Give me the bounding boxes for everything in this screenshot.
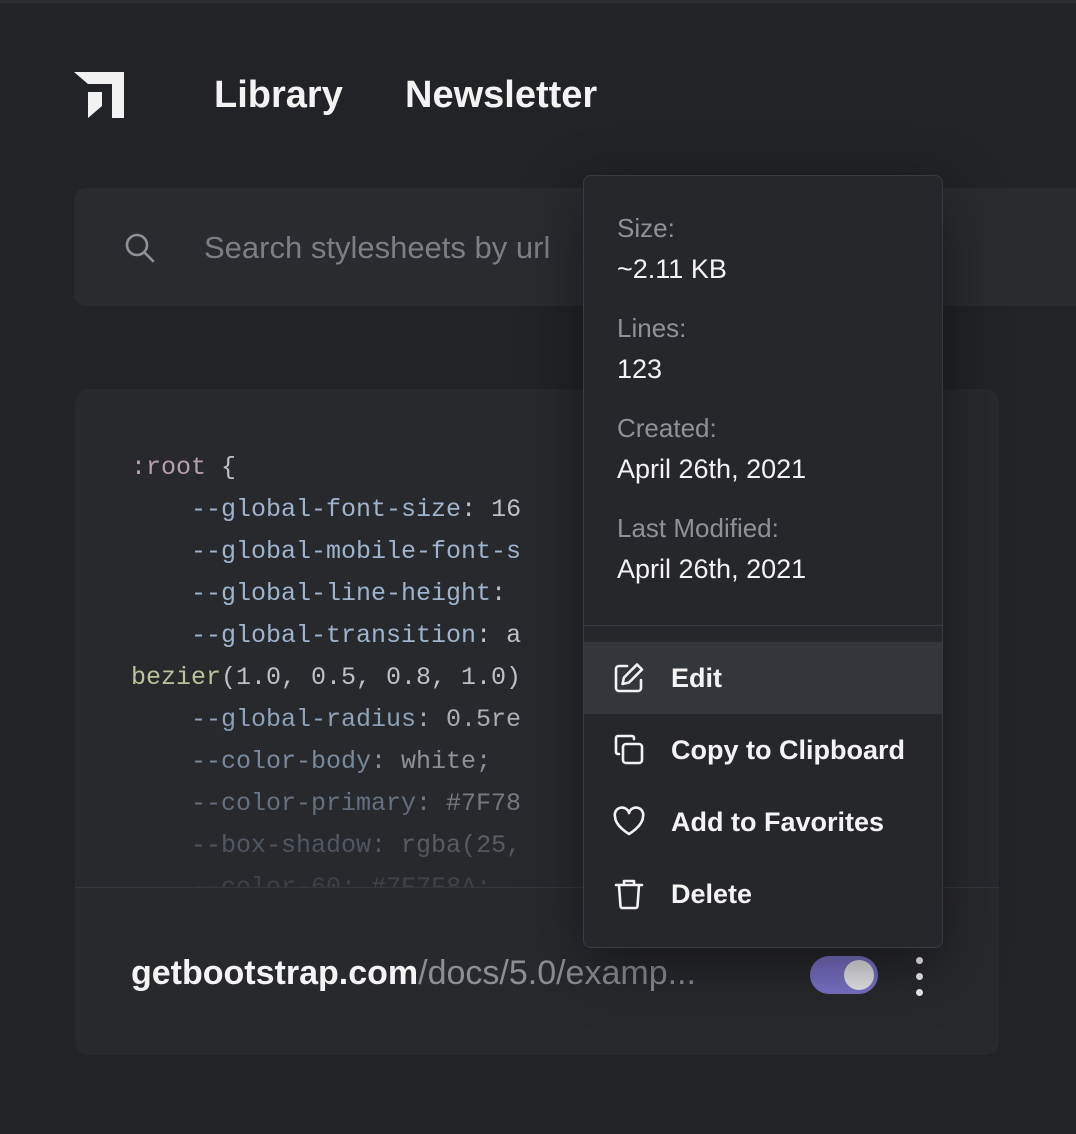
stylesheet-url[interactable]: getbootstrap.com/docs/5.0/examp... <box>131 951 696 995</box>
modified-value: April 26th, 2021 <box>617 554 807 584</box>
menu-favorite[interactable]: Add to Favorites <box>584 786 942 858</box>
dot <box>916 989 923 996</box>
nav-library[interactable]: Library <box>214 72 343 118</box>
code-token: --global-line-height <box>131 579 492 608</box>
menu-divider <box>584 625 942 626</box>
size-label: Size: <box>617 213 675 243</box>
menu-edit-label: Edit <box>671 663 722 693</box>
code-token: bezier <box>131 663 222 692</box>
menu-delete-label: Delete <box>671 879 753 909</box>
size-value: ~2.11 KB <box>617 254 727 284</box>
menu-copy[interactable]: Copy to Clipboard <box>584 714 942 786</box>
code-token: :root <box>131 453 207 482</box>
code-token: --color-primary <box>131 789 417 818</box>
code-token: --box-shadow <box>131 831 372 860</box>
trash-icon <box>614 879 644 910</box>
code-token: --global-mobile-font-s <box>131 537 522 566</box>
code-token: : #7F78 <box>416 789 522 818</box>
modified-label: Last Modified: <box>617 513 779 543</box>
menu-copy-label: Copy to Clipboard <box>671 735 905 765</box>
created-value: April 26th, 2021 <box>617 454 807 484</box>
menu-edit[interactable]: Edit <box>584 642 942 714</box>
code-token: --global-radius <box>131 705 417 734</box>
url-path: /docs/5.0/examp... <box>418 954 696 992</box>
lines-label: Lines: <box>617 313 687 343</box>
lines-value: 123 <box>617 354 663 384</box>
menu-favorite-label: Add to Favorites <box>671 807 885 837</box>
code-token: : rgba(25, <box>371 831 522 860</box>
code-token: (1.0, 0.5, 0.8, 1.0) <box>221 663 522 692</box>
code-token: { <box>206 453 237 482</box>
search-icon <box>125 233 155 263</box>
code-token: : 0.5re <box>416 705 522 734</box>
url-domain: getbootstrap.com <box>131 954 419 992</box>
code-token: --color-body <box>131 747 372 776</box>
code-token: --global-transition <box>131 621 477 650</box>
nav-newsletter[interactable]: Newsletter <box>405 72 597 118</box>
dot <box>916 957 923 964</box>
code-token: : 16 <box>461 495 522 524</box>
menu-delete[interactable]: Delete <box>584 858 942 930</box>
stylesheet-toggle[interactable] <box>810 956 878 994</box>
app-logo[interactable] <box>74 72 126 120</box>
more-options-button[interactable] <box>907 957 933 997</box>
options-menu: Size: ~2.11 KB Lines: 123 Created: April… <box>583 175 943 948</box>
created-label: Created: <box>617 413 717 443</box>
dot <box>916 973 923 980</box>
toggle-knob <box>844 960 874 990</box>
code-token: : white; <box>371 747 492 776</box>
top-border <box>0 0 1076 3</box>
copy-icon <box>614 734 644 765</box>
heart-icon <box>613 806 645 836</box>
code-token: --global-font-size <box>131 495 462 524</box>
code-token: : a <box>476 621 522 650</box>
code-token: : <box>491 579 507 608</box>
edit-icon <box>614 663 644 693</box>
